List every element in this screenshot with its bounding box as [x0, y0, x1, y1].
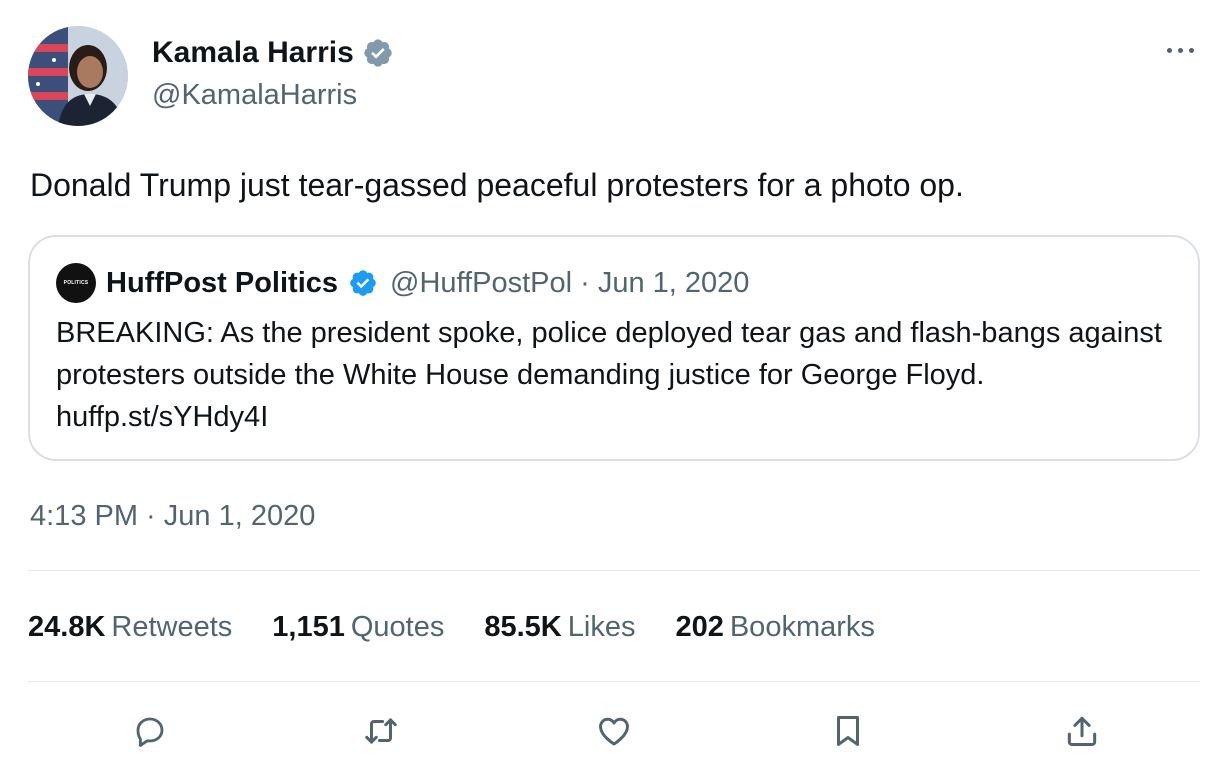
verified-badge-icon[interactable] [362, 37, 394, 69]
stat-label: Quotes [350, 611, 445, 643]
more-options-icon[interactable] [1162, 40, 1198, 60]
tweet-timestamp[interactable]: 4:13 PM · Jun 1, 2020 [30, 496, 315, 536]
quoted-author-avatar[interactable]: POLITICS [56, 263, 96, 303]
action-bar [0, 709, 1228, 753]
avatar[interactable] [28, 26, 128, 126]
quoted-tweet[interactable]: POLITICS HuffPost Politics @HuffPostPol … [28, 235, 1200, 461]
quoted-handle-date[interactable]: @HuffPostPol · Jun 1, 2020 [390, 264, 749, 302]
reply-icon[interactable] [128, 709, 172, 753]
bookmark-icon[interactable] [826, 709, 870, 753]
stat-value: 24.8K [28, 611, 106, 643]
tweet-text: Donald Trump just tear-gassed peaceful p… [30, 167, 964, 203]
stat-label: Bookmarks [729, 611, 875, 643]
author-name-text: Kamala Harris [152, 36, 354, 69]
share-icon[interactable] [1060, 709, 1104, 753]
stat-likes[interactable]: 85.5K Likes [484, 607, 635, 647]
quoted-tweet-text: BREAKING: As the president spoke, police… [56, 317, 1162, 433]
engagement-stats: 24.8K Retweets 1,151 Quotes 85.5K Likes 202… [28, 607, 875, 647]
stat-quotes[interactable]: 1,151 Quotes [272, 607, 444, 647]
verified-badge-icon[interactable] [348, 268, 378, 298]
profile-photo-icon [28, 26, 128, 126]
like-icon[interactable] [592, 709, 636, 753]
stat-retweets[interactable]: 24.8K Retweets [28, 607, 232, 647]
quoted-logo-text: POLITICS [63, 280, 89, 286]
stat-bookmarks[interactable]: 202 Bookmarks [675, 607, 874, 647]
author-name[interactable]: Kamala Harris [152, 34, 394, 72]
author-handle[interactable]: @KamalaHarris [152, 77, 357, 113]
divider [28, 681, 1200, 682]
stat-label: Likes [567, 611, 636, 643]
stat-value: 1,151 [272, 611, 345, 643]
stat-label: Retweets [111, 611, 233, 643]
tweet-card: Kamala Harris @KamalaHarris Donald Trump… [0, 0, 1228, 778]
quoted-author-name[interactable]: HuffPost Politics [106, 264, 338, 302]
stat-value: 202 [675, 611, 724, 643]
stat-value: 85.5K [484, 611, 562, 643]
divider [28, 570, 1200, 571]
quoted-tweet-header: POLITICS HuffPost Politics @HuffPostPol … [56, 263, 749, 303]
retweet-icon[interactable] [359, 709, 403, 753]
